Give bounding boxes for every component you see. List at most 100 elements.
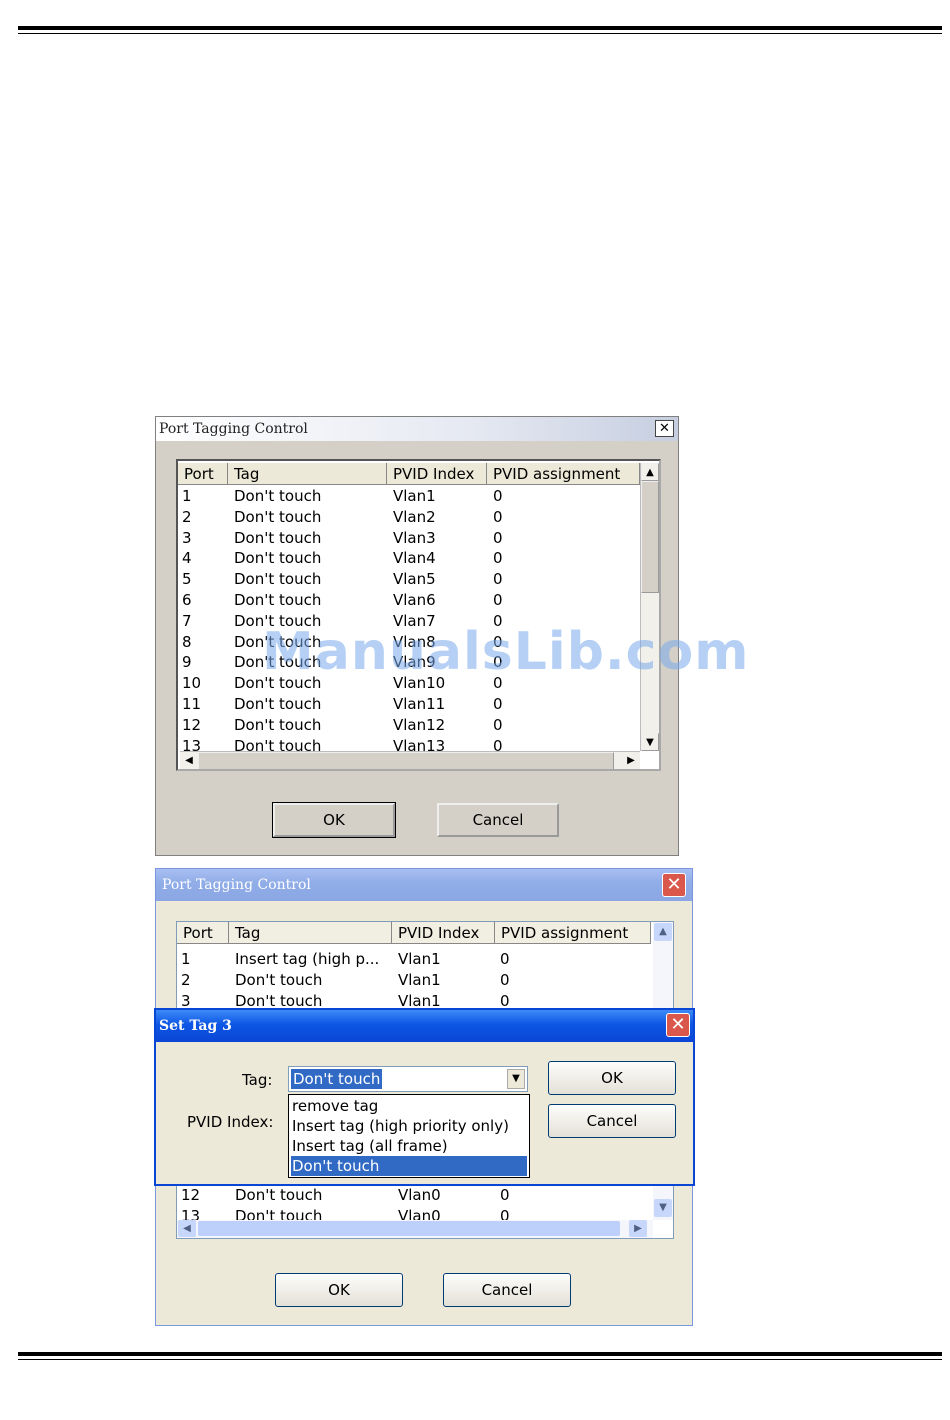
table-cell: Don't touch <box>234 570 322 589</box>
table-cell: 0 <box>493 487 503 505</box>
table-cell: Vlan1 <box>398 950 441 968</box>
scroll-up-icon[interactable]: ▲ <box>641 463 659 481</box>
pvid-index-label: PVID Index: <box>187 1113 274 1131</box>
table-cell: Don't touch <box>234 715 322 734</box>
scroll-left-icon[interactable]: ◀ <box>180 752 198 769</box>
table-cell: Vlan4 <box>393 549 436 568</box>
table-cell: 0 <box>493 549 503 568</box>
column-header-port[interactable]: Port <box>177 922 229 944</box>
title-bar: Set Tag 3 ✕ <box>156 1010 693 1042</box>
table-cell: 0 <box>493 715 503 734</box>
cancel-button[interactable]: Cancel <box>437 803 559 837</box>
table-cell: Vlan6 <box>393 591 436 609</box>
column-header-pvid-index[interactable]: PVID Index <box>387 463 487 485</box>
table-cell: 5 <box>182 570 192 589</box>
set-tag-dialog: Set Tag 3 ✕ Tag: PVID Index: Don't touch… <box>154 1008 695 1186</box>
table-cell: 0 <box>493 591 503 609</box>
tag-dropdown-list[interactable]: remove tag Insert tag (high priority onl… <box>288 1094 530 1178</box>
table-cell: 1 <box>182 487 192 505</box>
scroll-right-icon[interactable]: ▶ <box>622 752 640 769</box>
table-cell: Don't touch <box>234 528 322 547</box>
table-cell: Don't touch <box>234 695 322 713</box>
option-remove-tag[interactable]: remove tag <box>291 1096 527 1116</box>
table-cell: 0 <box>500 1186 510 1204</box>
chevron-down-icon[interactable]: ▼ <box>507 1069 525 1089</box>
table-cell: Vlan12 <box>393 715 446 734</box>
table-cell: Don't touch <box>234 549 322 568</box>
option-dont-touch[interactable]: Don't touch <box>291 1156 527 1176</box>
vertical-scrollbar[interactable]: ▲ ▼ <box>640 463 659 751</box>
table-cell: Vlan1 <box>393 487 436 505</box>
top-rule-thick <box>18 26 942 30</box>
horizontal-scrollbar[interactable]: ◀ ▶ <box>180 751 640 769</box>
table-cell: Vlan2 <box>393 507 436 526</box>
table-cell: 11 <box>182 695 202 713</box>
table-cell: 8 <box>182 632 192 651</box>
table-cell: Vlan3 <box>393 528 436 547</box>
cancel-button[interactable]: Cancel <box>548 1104 676 1138</box>
table-cell: 12 <box>182 715 202 734</box>
top-rule-thin <box>18 33 942 34</box>
title-bar: Port Tagging Control ✕ <box>156 869 692 901</box>
scroll-thumb-h[interactable] <box>198 752 614 769</box>
dialog-title: Set Tag 3 <box>159 1018 232 1034</box>
horizontal-scrollbar[interactable]: ◀ ▶ <box>177 1220 653 1238</box>
scroll-up-icon[interactable]: ▲ <box>654 923 672 941</box>
dialog-title: Port Tagging Control <box>162 877 311 893</box>
scroll-down-icon[interactable]: ▼ <box>641 733 659 751</box>
table-cell: 6 <box>182 591 192 609</box>
table-cell: 0 <box>500 950 510 968</box>
title-bar: Port Tagging Control ✕ <box>156 417 678 441</box>
table-cell: 0 <box>493 570 503 589</box>
close-icon[interactable]: ✕ <box>666 1013 690 1037</box>
table-cell: 12 <box>181 1186 201 1204</box>
ok-button[interactable]: OK <box>275 1273 403 1307</box>
port-list[interactable]: Port Tag PVID Index PVID assignment 1 Don… <box>176 459 661 771</box>
table-cell: 1 <box>181 950 191 968</box>
column-header-pvid-index[interactable]: PVID Index <box>392 922 495 944</box>
bottom-rule-thin <box>18 1359 942 1360</box>
close-icon[interactable]: ✕ <box>655 420 674 437</box>
tag-label: Tag: <box>242 1071 273 1089</box>
column-header-tag[interactable]: Tag <box>229 922 392 944</box>
table-cell: Vlan1 <box>398 971 441 989</box>
table-cell: 4 <box>182 549 192 568</box>
table-cell: Vlan0 <box>398 1186 441 1204</box>
table-cell: 10 <box>182 674 202 693</box>
scroll-thumb[interactable] <box>641 481 659 593</box>
column-header-pvid-assignment[interactable]: PVID assignment <box>487 463 640 485</box>
table-cell: Don't touch <box>234 507 322 526</box>
scroll-down-icon[interactable]: ▼ <box>654 1199 672 1217</box>
table-cell: Don't touch <box>234 487 322 505</box>
table-cell: 0 <box>500 971 510 989</box>
table-cell: Don't touch <box>235 1186 323 1204</box>
column-header-tag[interactable]: Tag <box>228 463 387 485</box>
table-cell: 0 <box>493 695 503 713</box>
column-header-port[interactable]: Port <box>178 463 228 485</box>
table-cell: 2 <box>182 507 192 526</box>
tag-select-value: Don't touch <box>291 1069 383 1089</box>
table-cell: Insert tag (high p... <box>235 950 380 968</box>
table-cell: 2 <box>181 971 191 989</box>
cancel-button[interactable]: Cancel <box>443 1273 571 1307</box>
table-cell: Vlan5 <box>393 570 436 589</box>
ok-button[interactable]: OK <box>272 802 396 838</box>
column-header-pvid-assignment[interactable]: PVID assignment <box>495 922 651 944</box>
table-cell: 3 <box>182 528 192 547</box>
option-insert-tag-all-frame[interactable]: Insert tag (all frame) <box>291 1136 527 1156</box>
tag-select[interactable]: Don't touch ▼ <box>288 1066 528 1092</box>
table-cell: 0 <box>493 507 503 526</box>
table-cell: 9 <box>182 653 192 672</box>
dialog-title: Port Tagging Control <box>159 421 308 437</box>
watermark: ManualsLib.com <box>262 622 750 682</box>
scroll-right-icon[interactable]: ▶ <box>629 1220 647 1237</box>
scroll-thumb-h[interactable] <box>198 1221 620 1236</box>
option-insert-tag-high-priority[interactable]: Insert tag (high priority only) <box>291 1116 527 1136</box>
table-cell: Don't touch <box>234 591 322 609</box>
ok-button[interactable]: OK <box>548 1061 676 1095</box>
table-cell: 0 <box>493 528 503 547</box>
table-cell: Vlan11 <box>393 695 446 713</box>
table-cell: Don't touch <box>235 971 323 989</box>
scroll-left-icon[interactable]: ◀ <box>178 1220 196 1237</box>
close-icon[interactable]: ✕ <box>662 873 686 897</box>
